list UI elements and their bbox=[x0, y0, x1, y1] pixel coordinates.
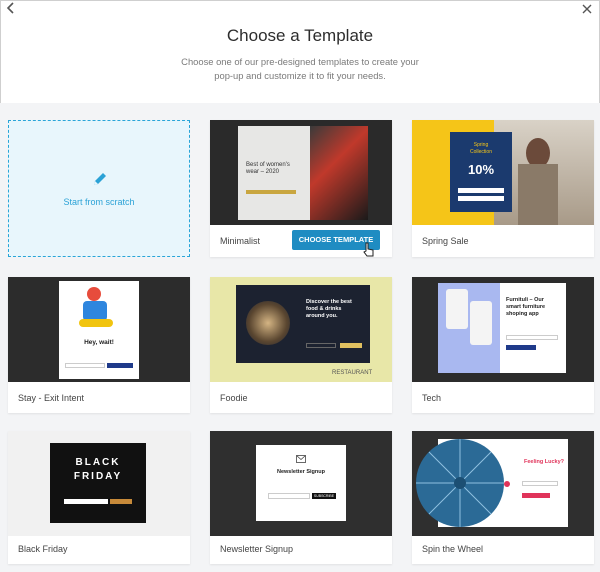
preview-button bbox=[110, 499, 132, 504]
preview-heading: Spring bbox=[473, 142, 489, 148]
preview-button bbox=[246, 190, 296, 194]
food-photo bbox=[246, 301, 290, 345]
preview-footer: RESTAURANT bbox=[332, 370, 373, 376]
template-name: Tech bbox=[422, 393, 442, 403]
close-button[interactable] bbox=[582, 2, 592, 16]
chevron-left-icon bbox=[6, 2, 14, 14]
illustration-body bbox=[83, 301, 107, 321]
template-card-spin-the-wheel[interactable]: Feeling Lucky? Spin the Wheel bbox=[412, 431, 594, 564]
preview-subheading: Collection bbox=[470, 149, 492, 155]
back-button[interactable] bbox=[6, 2, 16, 16]
popup-preview: Feeling Lucky? bbox=[416, 439, 568, 527]
preview-heading: Newsletter Signup bbox=[277, 469, 325, 475]
preview-button: SUBSCRIBE bbox=[312, 493, 336, 499]
popup-preview: Newsletter Signup SUBSCRIBE bbox=[256, 445, 346, 521]
template-card-foodie[interactable]: Discover the best food & drinks around y… bbox=[210, 277, 392, 413]
preview-heading-line-1: Discover the best bbox=[306, 299, 352, 305]
preview-button bbox=[458, 196, 504, 201]
template-card-minimalist[interactable]: Best of women's wear – 2020 Minimalist C… bbox=[210, 120, 392, 257]
template-thumbnail: Hey, wait! bbox=[8, 277, 190, 382]
template-thumbnail: Furnituli – Our smart furniture shoping … bbox=[412, 277, 594, 382]
preview-input bbox=[506, 335, 558, 340]
popup-preview: Best of women's wear – 2020 bbox=[238, 126, 368, 220]
illustration-seat bbox=[79, 319, 113, 327]
template-card-tech[interactable]: Furnituli – Our smart furniture shoping … bbox=[412, 277, 594, 413]
preview-heading-line-1: BLACK bbox=[75, 457, 121, 468]
template-thumbnail: Best of women's wear – 2020 bbox=[210, 120, 392, 225]
template-card-spring-sale[interactable]: Spring Collection 10% Spring Sale bbox=[412, 120, 594, 257]
page-title: Choose a Template bbox=[226, 26, 374, 45]
wheel-pointer bbox=[504, 481, 510, 487]
photo-preview bbox=[310, 126, 368, 220]
illustration-head bbox=[87, 287, 101, 301]
mail-icon bbox=[296, 455, 306, 463]
person-body bbox=[518, 164, 558, 225]
phone-backdrop bbox=[438, 283, 500, 373]
preview-button bbox=[522, 493, 550, 498]
template-name: Foodie bbox=[220, 393, 248, 403]
template-thumbnail: BLACK FRIDAY bbox=[8, 431, 190, 536]
preview-input bbox=[522, 481, 558, 486]
pencil-icon bbox=[94, 173, 106, 185]
template-card-black-friday[interactable]: BLACK FRIDAY Black Friday bbox=[8, 431, 190, 564]
popup-preview: Hey, wait! bbox=[59, 281, 139, 379]
template-card-stay-exit-intent[interactable]: Hey, wait! Stay - Exit Intent bbox=[8, 277, 190, 413]
preview-button bbox=[107, 363, 133, 368]
template-name: Spring Sale bbox=[422, 236, 469, 246]
popup-preview: BLACK FRIDAY bbox=[50, 443, 146, 523]
preview-heading: Best of women's wear – 2020 bbox=[246, 162, 290, 175]
popup-preview: Spring Collection 10% bbox=[450, 132, 512, 212]
preview-button bbox=[340, 343, 362, 348]
template-name: Black Friday bbox=[18, 544, 68, 554]
preview-input bbox=[306, 343, 336, 348]
template-name: Newsletter Signup bbox=[220, 544, 294, 554]
preview-input bbox=[268, 493, 310, 499]
preview-button bbox=[506, 345, 536, 350]
template-thumbnail: Discover the best food & drinks around y… bbox=[210, 277, 392, 382]
preview-input bbox=[65, 363, 105, 368]
preview-heading-line-2: FRIDAY bbox=[73, 471, 123, 482]
template-card-newsletter-signup[interactable]: Newsletter Signup SUBSCRIBE Newsletter S… bbox=[210, 431, 392, 564]
page-subtitle: Choose one of our pre-designed templates… bbox=[181, 56, 419, 81]
popup-preview: Furnituli – Our smart furniture shoping … bbox=[438, 283, 566, 373]
preview-input bbox=[458, 188, 504, 193]
start-from-scratch-card[interactable]: Start from scratch bbox=[8, 120, 190, 257]
prize-wheel bbox=[416, 439, 504, 527]
preview-heading-line-1: Furnituli – Our bbox=[506, 297, 544, 303]
template-thumbnail: Feeling Lucky? bbox=[412, 431, 594, 536]
preview-heading: Feeling Lucky? bbox=[524, 459, 565, 465]
start-from-scratch-label: Start from scratch bbox=[63, 197, 135, 207]
popup-preview: Discover the best food & drinks around y… bbox=[236, 285, 370, 363]
preview-input bbox=[64, 499, 108, 504]
preview-heading-line-3: around you. bbox=[306, 313, 338, 319]
template-name: Minimalist bbox=[220, 236, 261, 246]
close-icon bbox=[582, 4, 592, 14]
preview-heading: Hey, wait! bbox=[84, 339, 114, 346]
preview-heading-line-2: smart furniture bbox=[506, 304, 546, 310]
template-thumbnail: Spring Collection 10% bbox=[412, 120, 594, 225]
template-thumbnail: Newsletter Signup SUBSCRIBE bbox=[210, 431, 392, 536]
preview-heading-line-3: shoping app bbox=[506, 311, 539, 317]
preview-discount: 10% bbox=[467, 162, 495, 177]
template-name: Stay - Exit Intent bbox=[18, 393, 85, 403]
phone-2 bbox=[470, 301, 492, 345]
template-name: Spin the Wheel bbox=[422, 544, 484, 554]
preview-heading-line-2: food & drinks bbox=[306, 306, 342, 312]
hand-cursor-icon bbox=[363, 242, 374, 257]
phone-1 bbox=[446, 289, 468, 329]
